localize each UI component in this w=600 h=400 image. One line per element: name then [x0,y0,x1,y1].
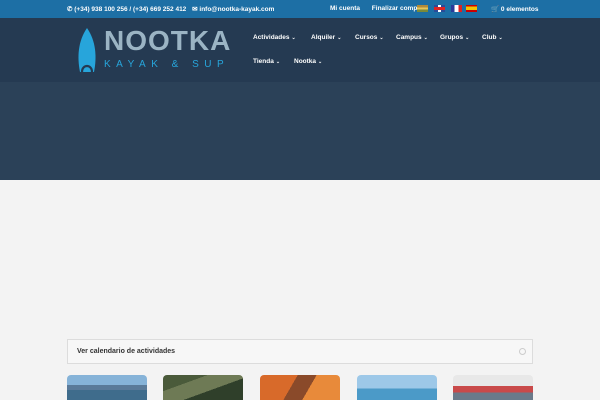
language-flag-english[interactable] [434,5,445,12]
main-navigation: Actividades ⌄ Alquiler ⌄ Cursos ⌄ Campus ⌄ G… [0,18,600,82]
hero-banner [0,82,600,180]
language-flag-spanish[interactable] [466,5,477,12]
contact-info: ✆ (+34) 938 100 256 / (+34) 669 252 412 … [67,5,274,13]
chevron-down-icon: ⌄ [275,59,281,65]
email-address[interactable]: info@nootka-kayak.com [199,6,274,13]
accordion-title: Ver calendario de actividades [77,348,176,355]
cart-link[interactable]: 🛒 0 elementos [491,5,538,13]
activity-thumbnail[interactable] [163,375,243,400]
chevron-down-icon: ⌄ [337,35,342,41]
expand-icon [519,348,526,355]
top-bar: ✆ (+34) 938 100 256 / (+34) 669 252 412 … [0,0,600,18]
activity-thumbnail[interactable] [357,375,437,400]
checkout-link[interactable]: Finalizar compra [372,5,424,12]
chevron-down-icon: ⌄ [318,59,323,65]
cart-count: 0 elementos [500,6,539,13]
activity-thumbnail[interactable] [67,375,147,400]
chevron-down-icon: ⌄ [465,35,470,41]
nav-item-campus[interactable]: Campus ⌄ [396,34,428,41]
activity-thumbnail[interactable] [260,375,340,400]
nav-item-tienda[interactable]: Tienda ⌄ [253,58,280,65]
phone-number[interactable]: (+34) 938 100 256 / (+34) 669 252 412 [74,6,186,13]
nav-item-cursos[interactable]: Cursos ⌄ [355,34,384,41]
chevron-down-icon: ⌄ [379,35,384,41]
activities-calendar-toggle[interactable]: Ver calendario de actividades [67,339,533,364]
nav-item-grupos[interactable]: Grupos ⌄ [440,34,469,41]
language-flag-1[interactable] [417,5,428,12]
chevron-down-icon: ⌄ [498,35,503,41]
phone-icon: ✆ [67,6,73,13]
nav-item-actividades[interactable]: Actividades ⌄ [253,34,296,41]
nav-item-nootka[interactable]: Nootka ⌄ [294,58,322,65]
email-icon: ✉ [192,6,198,13]
chevron-down-icon: ⌄ [423,35,428,41]
activity-thumbnail[interactable] [453,375,533,400]
cart-icon: 🛒 [491,6,500,13]
chevron-down-icon: ⌄ [291,35,296,41]
site-header: NOOTKA KAYAK & SUP Actividades ⌄ Alquiler… [0,18,600,82]
nav-item-club[interactable]: Club ⌄ [482,34,503,41]
language-flag-french[interactable] [451,5,462,12]
nav-item-alquiler[interactable]: Alquiler ⌄ [311,34,341,41]
my-account-link[interactable]: Mi cuenta [330,5,360,12]
